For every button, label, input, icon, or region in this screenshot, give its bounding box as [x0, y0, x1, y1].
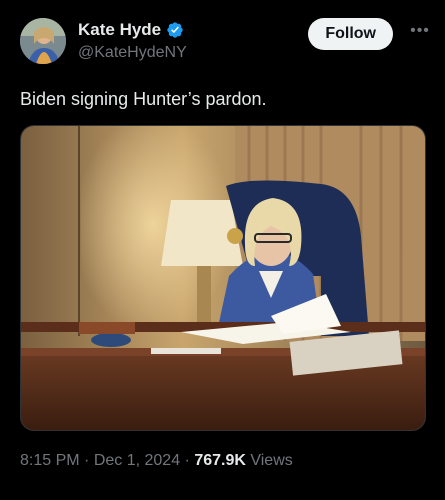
display-name-text: Kate Hyde [78, 20, 162, 39]
tweet-meta: 8:15 PM · Dec 1, 2024 · 767.9K Views [20, 452, 293, 470]
author-handle[interactable]: @KateHydeNY [78, 44, 187, 62]
avatar-image [20, 18, 66, 64]
verified-badge-icon [167, 22, 183, 38]
author-display-name[interactable]: Kate Hyde [78, 20, 184, 40]
tweet-time[interactable]: 8:15 PM [20, 452, 80, 469]
author-names: Kate Hyde @KateHydeNY [78, 20, 187, 62]
views-count: 767.9K [194, 452, 246, 469]
tweet-date[interactable]: Dec 1, 2024 [94, 452, 180, 469]
more-horizontal-icon[interactable]: ••• [409, 23, 431, 44]
tweet-header: Kate Hyde @KateHydeNY Follow ••• [20, 16, 431, 68]
meta-separator: · [79, 452, 94, 469]
views-label: Views [245, 452, 293, 469]
follow-button[interactable]: Follow [308, 18, 393, 50]
tweet-text: Biden signing Hunter’s pardon. [20, 89, 267, 109]
avatar[interactable] [20, 18, 66, 64]
tweet-photo[interactable] [20, 125, 426, 431]
photo-image [21, 126, 425, 430]
meta-separator: · [180, 452, 195, 469]
